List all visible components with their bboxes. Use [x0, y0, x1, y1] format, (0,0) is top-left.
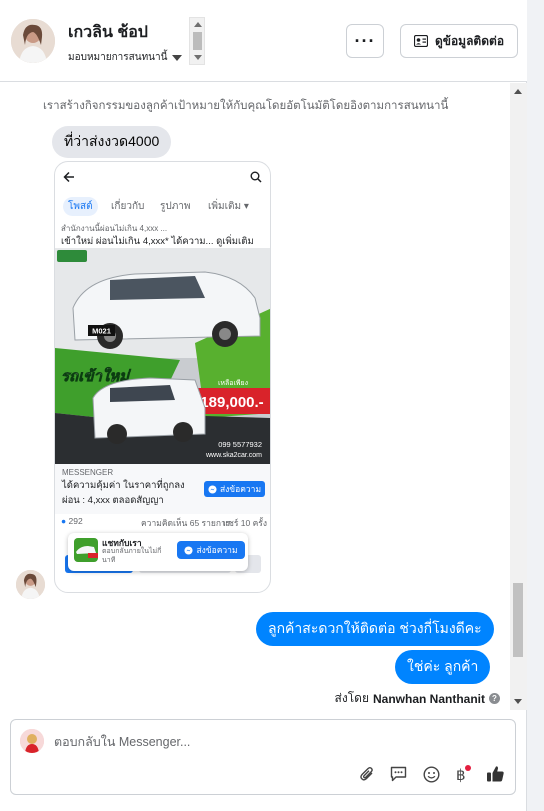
ad-badge: M021: [92, 327, 111, 336]
reactions-count: 292: [68, 516, 83, 526]
assign-label: มอบหมายการสนทนานี้: [68, 52, 168, 63]
payment-baht-icon[interactable]: ฿: [451, 763, 473, 785]
sent-by-line: ส่งโดย Nanwhan Nanthanit ?: [335, 689, 500, 708]
tab-about[interactable]: เกี่ยวกับ: [111, 199, 144, 214]
messenger-text: ได้ความคุ้มค่า ในราคาที่ถูกลง ผ่อน : 4,x…: [62, 480, 185, 506]
ad-preview-tabs: โพสต์ เกี่ยวกับ รูปภาพ เพิ่มเติม ▾: [55, 194, 270, 220]
back-arrow-icon[interactable]: [63, 171, 75, 183]
search-icon[interactable]: [250, 171, 262, 183]
contact-name[interactable]: เกวลิน ช้อป: [68, 20, 148, 45]
view-contact-info-button[interactable]: ดูข้อมูลติดต่อ: [400, 24, 518, 58]
attachment-icon[interactable]: [356, 763, 378, 785]
scroll-thumb[interactable]: [513, 583, 523, 657]
scroll-down-arrow-icon[interactable]: [514, 699, 522, 704]
contact-card-icon: [413, 35, 428, 47]
sent-by-label: ส่งโดย: [334, 691, 369, 705]
more-icon: ···: [354, 31, 376, 51]
help-icon[interactable]: ?: [489, 693, 500, 704]
tab-more-label: เพิ่มเติม: [208, 201, 242, 212]
emoji-icon[interactable]: [420, 763, 442, 785]
saved-replies-icon[interactable]: [387, 763, 409, 785]
ad-website: www.ska2car.com: [205, 452, 262, 459]
messenger-icon: [184, 545, 194, 555]
popup-subtitle: ตอบกลับภายในไม่กี่นาที: [102, 548, 162, 564]
assign-scrollbar[interactable]: [189, 17, 205, 65]
conversation-header: เกวลิน ช้อป มอบหมายการสนทนานี้ ··· ดูข้อ…: [0, 0, 527, 82]
ad-phone: 099 5577932: [218, 440, 262, 449]
page-avatar: [20, 729, 44, 753]
svg-text:฿: ฿: [456, 766, 466, 783]
popup-send-label: ส่งข้อความ: [196, 545, 238, 555]
ad-messenger-footer: MESSENGER ได้ความคุ้มค่า ในราคาที่ถูกลง …: [55, 464, 270, 514]
ad-car-image[interactable]: M021 รถเข้าใหม่ เหลือเพียง 189,000.- 099…: [55, 248, 271, 464]
tab-more[interactable]: เพิ่มเติม ▾: [208, 199, 249, 214]
scroll-down-arrow-icon[interactable]: [194, 55, 202, 60]
ad-price-label: เหลือเพียง: [218, 379, 248, 387]
tab-posts[interactable]: โพสต์: [63, 197, 98, 216]
reply-composer: ฿: [10, 719, 516, 795]
ad-send-label: ส่งข้อความ: [219, 484, 262, 494]
assign-conversation-dropdown[interactable]: มอบหมายการสนทนานี้: [68, 50, 183, 65]
outgoing-message[interactable]: ลูกค้าสะดวกให้ติดต่อ ช่วงกี่โมงดีคะ: [256, 612, 494, 646]
messenger-icon: [208, 484, 217, 494]
more-options-button[interactable]: ···: [346, 24, 384, 58]
scroll-up-arrow-icon[interactable]: [194, 22, 202, 27]
thumbs-up-icon[interactable]: [484, 763, 506, 785]
shares-count: แชร์ 10 ครั้ง: [222, 518, 267, 528]
conversation-page: เกวลิน ช้อป มอบหมายการสนทนานี้ ··· ดูข้อ…: [0, 0, 544, 811]
ad-preview-topbar: [55, 162, 270, 192]
popup-thumbnail: [74, 538, 98, 562]
ad-caption[interactable]: เข้าใหม่ ผ่อนไม่เกิน 4,xxx* ได้ความ... ด…: [61, 234, 254, 249]
scroll-thumb[interactable]: [193, 32, 202, 50]
chat-with-us-popup[interactable]: แชทกับเรา ตอบกลับภายในไม่กี่นาที ส่งข้อค…: [68, 533, 248, 571]
comments-count: ความคิดเห็น 65 รายการ: [141, 518, 231, 528]
tab-photos[interactable]: รูปภาพ: [160, 199, 191, 214]
ad-preview-card[interactable]: โพสต์ เกี่ยวกับ รูปภาพ เพิ่มเติม ▾ สำนัก…: [54, 161, 271, 593]
contact-avatar[interactable]: [11, 19, 55, 63]
sender-avatar[interactable]: [16, 570, 45, 599]
outgoing-message[interactable]: ใช่ค่ะ ลูกค้า: [395, 650, 491, 684]
popup-send-message-button[interactable]: ส่งข้อความ: [177, 541, 245, 559]
ad-send-message-button[interactable]: ส่งข้อความ: [204, 481, 265, 497]
ad-engagement-stats: ● 292 ความคิดเห็น 65 รายการ แชร์ 10 ครั้…: [61, 516, 267, 528]
contact-info-label: ดูข้อมูลติดต่อ: [434, 33, 505, 48]
automation-system-note: เราสร้างกิจกรรมของลูกค้าเป้าหมายให้กับคุ…: [43, 100, 449, 112]
like-reaction-icon: ●: [61, 516, 67, 526]
reply-input[interactable]: [54, 732, 354, 752]
ad-caption-top: สำนักงานนี้ผ่อนไม่เกิน 4,xxx ...: [61, 224, 168, 232]
scroll-up-arrow-icon[interactable]: [514, 89, 522, 94]
incoming-message[interactable]: ที่ว่าส่งงวด4000: [52, 126, 172, 158]
thread-scrollbar[interactable]: [510, 83, 527, 710]
chevron-down-icon: [172, 54, 183, 61]
messenger-label: MESSENGER: [62, 468, 114, 477]
sent-by-name: Nanwhan Nanthanit: [372, 691, 485, 706]
right-panel-edge: [526, 0, 544, 811]
ad-price: 189,000.-: [200, 394, 263, 411]
